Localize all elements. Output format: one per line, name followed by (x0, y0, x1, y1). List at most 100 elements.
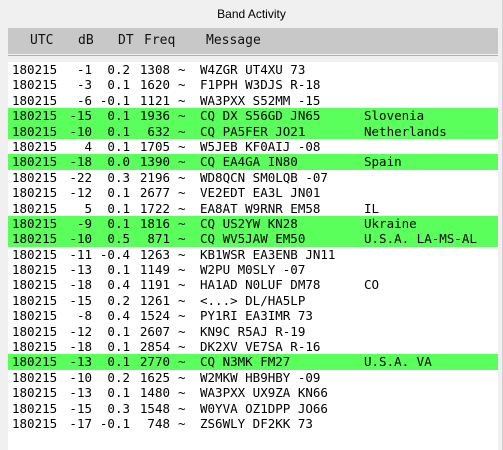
column-header-db[interactable]: dB (78, 28, 94, 54)
cell-freq: 632 (147, 123, 170, 139)
cell-db: -8 (76, 308, 92, 324)
header-divider (8, 55, 498, 56)
column-header: UTC dB DT Freq Message (8, 28, 498, 54)
cell-freq: 1480 (139, 385, 170, 401)
message-row[interactable]: 180215 -15 0.2 1261 ~ <...> DL/HA5LP (8, 293, 498, 308)
cq-message-row[interactable]: 180215 -15 0.1 1936 ~ CQ DX S56GD JN65 Sloveni… (8, 108, 498, 124)
cell-freq: 2770 (139, 354, 170, 370)
message-row[interactable]: 180215 -18 0.4 1191 ~ HA1AD N0LUF DM78 CO (8, 277, 498, 292)
column-header-freq[interactable]: Freq (144, 28, 175, 54)
cell-message: F1PPH W3DJS R-18 (200, 77, 321, 93)
cell-dt: 0.1 (107, 77, 130, 93)
message-row[interactable]: 180215 -12 0.1 2607 ~ KN9C R5AJ R-19 (8, 324, 498, 339)
cell-db: -18 (69, 277, 92, 293)
message-row[interactable]: 180215 4 0.1 1705 ~ W5JEB KF0AIJ -08 (8, 139, 498, 154)
cell-utc: 180215 (12, 62, 58, 77)
cell-mode-tilde: ~ (178, 262, 186, 278)
cell-utc: 180215 (12, 77, 58, 93)
cell-dt: 0.1 (107, 385, 130, 401)
cell-db: 5 (84, 200, 92, 216)
cell-freq: 1121 (139, 92, 170, 108)
cell-mode-tilde: ~ (178, 339, 186, 355)
message-row[interactable]: 180215 5 0.1 1722 ~ EA8AT W9RNR EM58 IL (8, 201, 498, 216)
cell-dt: 0.5 (107, 231, 130, 247)
message-row[interactable]: 180215 -22 0.3 2196 ~ WD8QCN SM0LQB -07 (8, 170, 498, 185)
column-header-dt[interactable]: DT (118, 28, 134, 54)
cell-freq: 871 (147, 231, 170, 247)
cell-db: -3 (76, 77, 92, 93)
cq-message-row[interactable]: 180215 -18 0.0 1390 ~ CQ EA4GA IN80 Spain (8, 154, 498, 170)
cell-utc: 180215 (12, 92, 58, 108)
message-row[interactable]: 180215 -3 0.1 1620 ~ F1PPH W3DJS R-18 (8, 77, 498, 92)
cell-message: WA3PXX UX9ZA KN66 (200, 385, 328, 401)
cq-message-row[interactable]: 180215 -9 0.1 1816 ~ CQ US2YW KN28 Ukraine (8, 215, 498, 232)
cell-mode-tilde: ~ (178, 123, 186, 139)
cell-dt: -0.1 (99, 92, 130, 108)
cell-utc: 180215 (12, 323, 58, 339)
cell-db: -15 (69, 108, 92, 124)
cell-mode-tilde: ~ (178, 277, 186, 293)
cell-message: EA8AT W9RNR EM58 (200, 200, 321, 216)
message-row[interactable]: 180215 -8 0.4 1524 ~ PY1RI EA3IMR 73 (8, 308, 498, 323)
cell-freq: 1261 (139, 292, 170, 308)
message-row[interactable]: 180215 -18 0.1 2854 ~ DK2XV VE7SA R-16 (8, 339, 498, 354)
cq-message-row[interactable]: 180215 -13 0.1 2770 ~ CQ N3MK FM27 U.S.A. VA (8, 354, 498, 370)
cell-mode-tilde: ~ (178, 231, 186, 247)
message-row[interactable]: 180215 -6 -0.1 1121 ~ WA3PXX S52MM -15 (8, 93, 498, 108)
cell-mode-tilde: ~ (178, 138, 186, 154)
window-title: Band Activity (217, 7, 286, 21)
cell-db: -13 (69, 385, 92, 401)
cell-utc: 180215 (12, 292, 58, 308)
cq-message-row[interactable]: 180215 -10 0.5 871 ~ CQ WV5JAW EM50 U.S.A. LA-… (8, 231, 498, 247)
cell-dt: 0.1 (107, 108, 130, 124)
cell-db: -17 (69, 415, 92, 431)
cq-message-row[interactable]: 180215 -10 0.1 632 ~ CQ PA5FER JO21 Netherland… (8, 123, 498, 139)
cell-db: -13 (69, 262, 92, 278)
cell-utc: 180215 (12, 215, 58, 231)
cell-message: ZS6WLY DF2KK 73 (200, 415, 313, 431)
cell-db: -18 (69, 339, 92, 355)
cell-freq: 1149 (139, 262, 170, 278)
cell-db: -18 (69, 154, 92, 170)
cell-freq: 1705 (139, 138, 170, 154)
cell-db: -13 (69, 354, 92, 370)
message-row[interactable]: 180215 -1 0.2 1308 ~ W4ZGR UT4XU 73 (8, 62, 498, 77)
cell-dt: 0.1 (107, 138, 130, 154)
cell-freq: 1620 (139, 77, 170, 93)
cell-dt: 0.1 (107, 185, 130, 201)
message-row[interactable]: 180215 -13 0.1 1149 ~ W2PU M0SLY -07 (8, 262, 498, 277)
band-activity-window: Band Activity UTC dB DT Freq Message 180… (0, 0, 503, 450)
cell-mode-tilde: ~ (178, 92, 186, 108)
cell-message: W4ZGR UT4XU 73 (200, 62, 306, 77)
cell-mode-tilde: ~ (178, 415, 186, 431)
cell-dt: 0.2 (107, 292, 130, 308)
cell-dt: 0.3 (107, 169, 130, 185)
message-row[interactable]: 180215 -10 0.2 1625 ~ W2MKW HB9HBY -09 (8, 370, 498, 385)
cell-db: -10 (69, 231, 92, 247)
cell-country: CO (364, 277, 380, 293)
cell-utc: 180215 (12, 308, 58, 324)
cell-utc: 180215 (12, 400, 58, 416)
cell-dt: -0.4 (99, 246, 130, 262)
cell-mode-tilde: ~ (178, 308, 186, 324)
message-row[interactable]: 180215 -13 0.1 1480 ~ WA3PXX UX9ZA KN66 (8, 385, 498, 400)
cell-message: VE2EDT EA3L JN01 (200, 185, 321, 201)
cell-freq: 1191 (139, 277, 170, 293)
cell-message: <...> DL/HA5LP (200, 292, 306, 308)
cell-db: -10 (69, 369, 92, 385)
decoded-messages-list[interactable]: 180215 -1 0.2 1308 ~ W4ZGR UT4XU 73 180215 -3 0.… (8, 62, 498, 450)
message-row[interactable]: 180215 -15 0.3 1548 ~ W0YVA OZ1DPP JO66 (8, 401, 498, 416)
cell-mode-tilde: ~ (178, 185, 186, 201)
column-header-utc[interactable]: UTC (30, 28, 53, 54)
cell-db: -15 (69, 292, 92, 308)
cell-freq: 1548 (139, 400, 170, 416)
message-row[interactable]: 180215 -12 0.1 2677 ~ VE2EDT EA3L JN01 (8, 185, 498, 200)
cell-utc: 180215 (12, 169, 58, 185)
column-header-message[interactable]: Message (206, 28, 261, 54)
message-row[interactable]: 180215 -11 -0.4 1263 ~ KB1WSR EA3ENB JN11 (8, 247, 498, 262)
cell-db: 4 (84, 138, 92, 154)
cell-message: WA3PXX S52MM -15 (200, 92, 321, 108)
message-row[interactable]: 180215 -17 -0.1 748 ~ ZS6WLY DF2KK 73 (8, 416, 498, 431)
cell-db: -22 (69, 169, 92, 185)
cell-mode-tilde: ~ (178, 323, 186, 339)
